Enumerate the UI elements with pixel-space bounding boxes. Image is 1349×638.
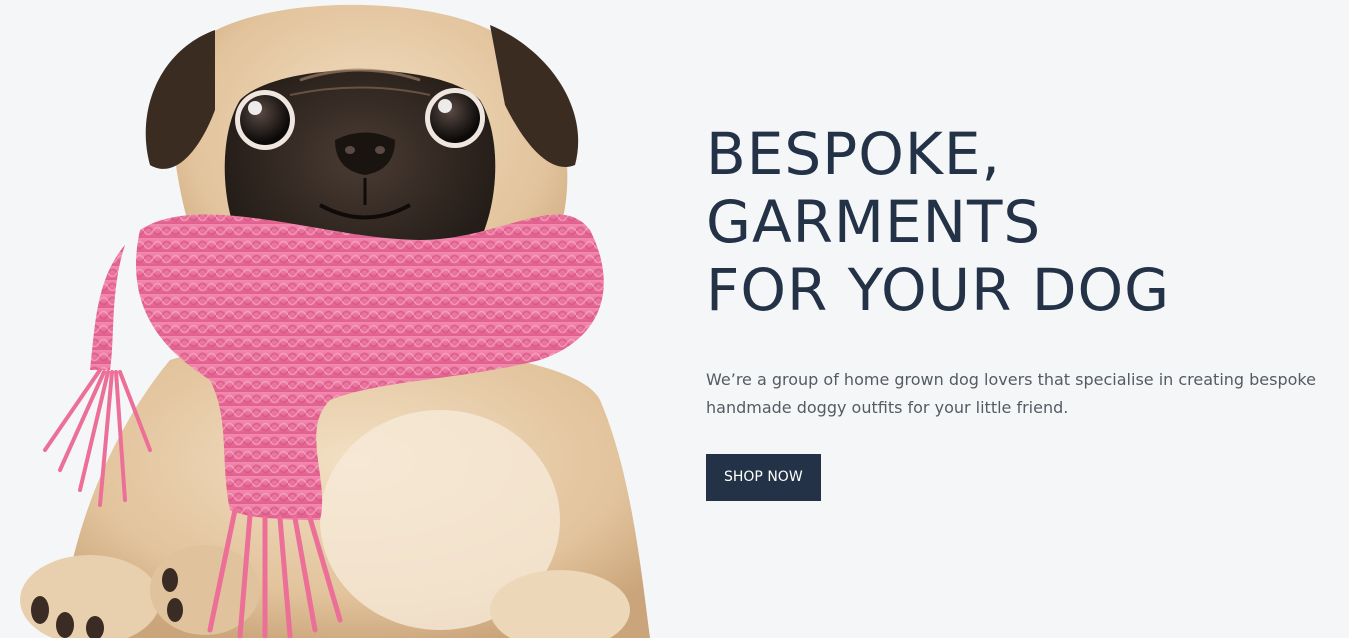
hero-content: BESPOKE, GARMENTS FOR YOUR DOG We’re a g… [706, 120, 1326, 501]
hero-title-line-2: GARMENTS [706, 188, 1042, 256]
hero-description: We’re a group of home grown dog lovers t… [706, 370, 1316, 417]
shop-now-button[interactable]: SHOP NOW [706, 454, 821, 501]
hero-title-line-3: FOR YOUR DOG [706, 256, 1171, 324]
pug-with-pink-scarf-image [0, 0, 680, 638]
hero-title: BESPOKE, GARMENTS FOR YOUR DOG [706, 120, 1326, 324]
hero-section: BESPOKE, GARMENTS FOR YOUR DOG We’re a g… [0, 0, 1349, 638]
hero-title-line-1: BESPOKE, [706, 120, 1001, 188]
